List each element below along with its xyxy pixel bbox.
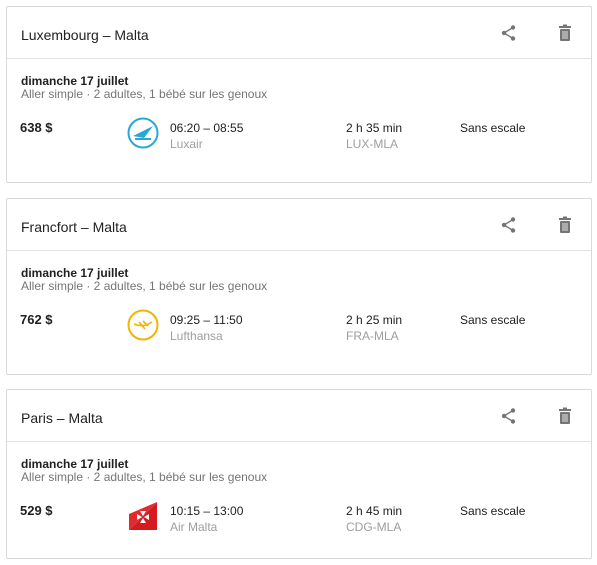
- flight-date: dimanche 17 juillet: [21, 74, 129, 88]
- stops-info: Sans escale: [460, 121, 526, 135]
- flight-duration: 2 h 35 min: [346, 121, 403, 135]
- route-title: Paris – Malta: [21, 410, 103, 426]
- lufthansa-logo-icon: [127, 309, 159, 341]
- flight-times: 06:20 – 08:55: [170, 121, 244, 135]
- flight-card: Luxembourg – Malta dimanche 17 juillet A…: [6, 6, 592, 183]
- route-title: Francfort – Malta: [21, 219, 127, 235]
- airline-name: Air Malta: [170, 520, 218, 534]
- flight-card: Paris – Malta dimanche 17 juillet Aller …: [6, 389, 592, 559]
- airline-name: Lufthansa: [170, 329, 223, 343]
- share-icon[interactable]: [499, 406, 519, 426]
- airport-codes: LUX-MLA: [346, 137, 399, 151]
- flight-duration: 2 h 25 min: [346, 313, 403, 327]
- passenger-info: Aller simple · 2 adultes, 1 bébé sur les…: [21, 87, 268, 101]
- price: 762 $: [20, 312, 53, 327]
- passenger-info: Aller simple · 2 adultes, 1 bébé sur les…: [21, 279, 268, 293]
- card-header: Francfort – Malta: [7, 199, 591, 251]
- luxair-logo-icon: [127, 117, 159, 149]
- trash-icon[interactable]: [555, 215, 575, 235]
- price: 529 $: [20, 503, 53, 518]
- share-icon[interactable]: [499, 215, 519, 235]
- route-title: Luxembourg – Malta: [21, 27, 149, 43]
- card-header: Luxembourg – Malta: [7, 7, 591, 59]
- airport-codes: FRA-MLA: [346, 329, 399, 343]
- stops-info: Sans escale: [460, 504, 526, 518]
- card-body: dimanche 17 juillet Aller simple · 2 adu…: [7, 251, 591, 374]
- passenger-info: Aller simple · 2 adultes, 1 bébé sur les…: [21, 470, 268, 484]
- share-icon[interactable]: [499, 23, 519, 43]
- flight-date: dimanche 17 juillet: [21, 457, 129, 471]
- flight-card: Francfort – Malta dimanche 17 juillet Al…: [6, 198, 592, 375]
- price: 638 $: [20, 120, 53, 135]
- flight-date: dimanche 17 juillet: [21, 266, 129, 280]
- trash-icon[interactable]: [555, 23, 575, 43]
- flight-duration: 2 h 45 min: [346, 504, 403, 518]
- airline-name: Luxair: [170, 137, 203, 151]
- stops-info: Sans escale: [460, 313, 526, 327]
- card-body: dimanche 17 juillet Aller simple · 2 adu…: [7, 59, 591, 182]
- card-body: dimanche 17 juillet Aller simple · 2 adu…: [7, 442, 591, 558]
- flight-times: 09:25 – 11:50: [170, 313, 243, 327]
- air-malta-logo-icon: [127, 500, 159, 532]
- card-header: Paris – Malta: [7, 390, 591, 442]
- flight-times: 10:15 – 13:00: [170, 504, 244, 518]
- trash-icon[interactable]: [555, 406, 575, 426]
- airport-codes: CDG-MLA: [346, 520, 402, 534]
